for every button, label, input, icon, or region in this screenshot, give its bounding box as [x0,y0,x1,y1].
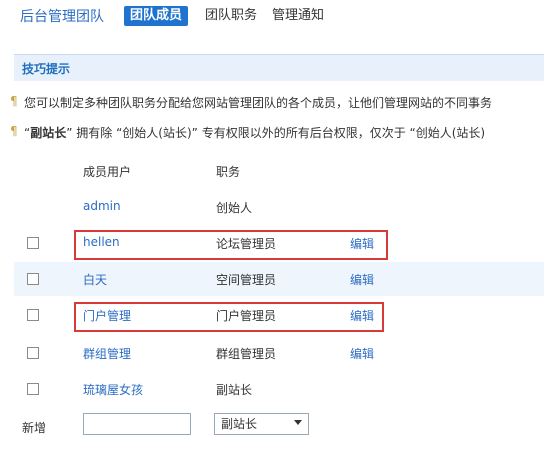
row-checkbox[interactable] [27,347,39,359]
row-checkbox[interactable] [27,273,39,285]
header: 后台管理团队 团队成员 团队职务 管理通知 [0,0,548,32]
tab-team-roles[interactable]: 团队职务 [205,6,257,26]
new-member-label: 新增 [22,421,47,435]
new-member-input[interactable] [83,413,191,435]
member-role: 群组管理员 [216,347,277,361]
table-row: hellen 论坛管理员 编辑 [14,226,544,260]
edit-link[interactable]: 编辑 [350,307,374,324]
member-link[interactable]: 白天 [83,271,107,288]
chevron-down-icon [294,420,302,425]
tip-bold: 副站长 [30,126,67,140]
table-row: 群组管理 群组管理员 编辑 [14,336,544,370]
table-row: 白天 空间管理员 编辑 [14,262,544,296]
member-role: 论坛管理员 [216,237,277,251]
tips-title: 技巧提示 [22,62,71,76]
tips-bar: 技巧提示 [14,54,544,81]
table-row: 琉璃屋女孩 副站长 [14,372,544,406]
edit-link[interactable]: 编辑 [350,271,374,288]
row-checkbox[interactable] [27,309,39,321]
member-link[interactable]: hellen [83,235,120,249]
table-row: 门户管理 门户管理员 编辑 [14,298,544,332]
tip-bullet-icon: ¶ [10,124,18,138]
tab-admin-notices[interactable]: 管理通知 [272,6,324,26]
role-select-value: 副站长 [221,417,258,431]
tip-item: ¶ “副站长” 拥有除 “创始人(站长)” 专有权限以外的所有后台权限，仅次于 … [10,124,486,141]
tab-team-members[interactable]: 团队成员 [124,6,189,26]
row-checkbox[interactable] [27,237,39,249]
row-checkbox[interactable] [27,383,39,395]
role-select[interactable]: 副站长 [214,413,309,435]
column-header-role: 职务 [216,165,241,179]
table-row: admin 创始人 [14,190,544,224]
member-link[interactable]: 群组管理 [83,345,131,362]
edit-link[interactable]: 编辑 [350,235,374,252]
member-link[interactable]: 琉璃屋女孩 [83,381,143,398]
tip-rest: ” 拥有除 “创始人(站长)” 专有权限以外的所有后台权限，仅次于 “创始人(站… [66,126,486,140]
member-link[interactable]: admin [83,199,121,213]
member-role: 创始人 [216,201,253,215]
tip-bullet-icon: ¶ [10,94,18,108]
column-header-member: 成员用户 [83,165,132,179]
member-link[interactable]: 门户管理 [83,307,131,324]
tip-text: 您可以制定多种团队职务分配给您网站管理团队的各个成员，让他们管理网站的不同事务 [24,96,493,110]
tip-item: ¶ 您可以制定多种团队职务分配给您网站管理团队的各个成员，让他们管理网站的不同事… [10,94,493,111]
member-role: 空间管理员 [216,273,277,287]
edit-link[interactable]: 编辑 [350,345,374,362]
page-title: 后台管理团队 [20,9,104,25]
member-role: 门户管理员 [216,309,277,323]
member-role: 副站长 [216,383,253,397]
